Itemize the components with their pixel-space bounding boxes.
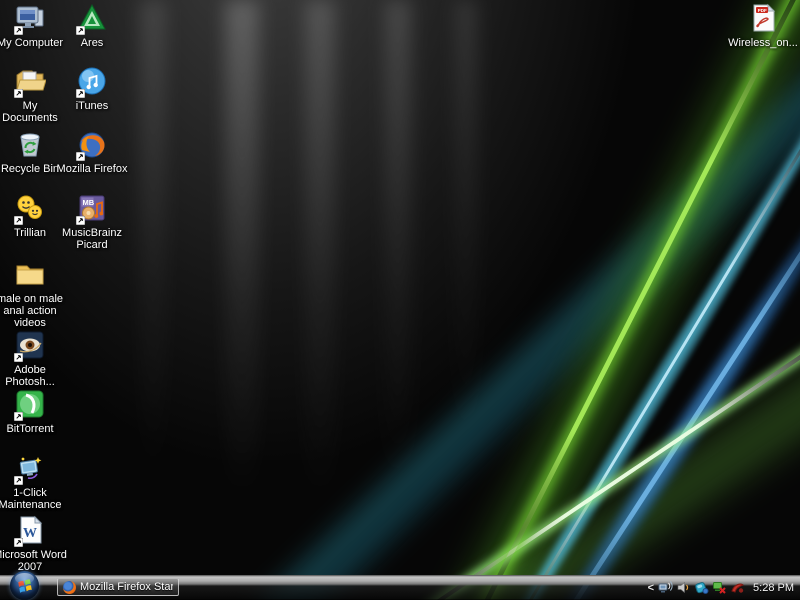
desktop-icon-microsoft-word[interactable]: W Microsoft Word 2007 (0, 514, 68, 573)
start-button[interactable] (10, 571, 39, 600)
shortcut-arrow-icon (14, 353, 23, 362)
taskbar: Mozilla Firefox Start P... < (0, 575, 800, 600)
shortcut-arrow-icon (76, 152, 85, 161)
desktop-icon-mozilla-firefox[interactable]: Mozilla Firefox (54, 128, 130, 175)
desktop-icon-label: male on male anal action videos (0, 293, 68, 329)
desktop-icon-label: Microsoft Word 2007 (0, 549, 68, 573)
desktop-icon-label: Ares (81, 37, 104, 49)
firefox-icon (63, 581, 76, 594)
shortcut-arrow-icon (14, 26, 23, 35)
desktop-icon-label: 1-Click Maintenance (0, 487, 68, 511)
tray-volume-icon[interactable] (676, 580, 691, 595)
desktop-icon-label: Trillian (14, 227, 46, 239)
desktop-icon-my-documents[interactable]: My Documents (0, 65, 60, 124)
trillian-icon (13, 192, 47, 226)
desktop-icon-label: Adobe Photosh... (0, 364, 68, 388)
desktop-icon-label: MusicBrainz Picard (54, 227, 130, 251)
shortcut-arrow-icon (76, 26, 85, 35)
itunes-icon (75, 65, 109, 99)
recycle-bin-icon (13, 128, 47, 162)
shortcut-arrow-icon (14, 216, 23, 225)
wallpaper-cyan-beam (492, 91, 800, 600)
desktop-icon-label: My Documents (0, 100, 60, 124)
picard-letters: MB (83, 198, 95, 207)
wallpaper-blue-beam-core (546, 190, 800, 600)
system-tray: < (648, 575, 797, 600)
shortcut-arrow-icon (76, 216, 85, 225)
wallpaper-vertical-beam (305, 0, 335, 560)
wallpaper-teal-band (247, 41, 800, 600)
wallpaper-vertical-beam (385, 0, 411, 540)
wallpaper-vertical-beam (140, 0, 166, 540)
windows-flag-icon (17, 578, 33, 594)
wallpaper-green-glow-band (432, 0, 800, 600)
tray-security-app-icon[interactable] (730, 580, 745, 595)
desktop-icon-bittorrent[interactable]: BitTorrent (0, 388, 68, 435)
wallpaper-blue-beam (519, 158, 800, 600)
maintenance-icon (13, 452, 47, 486)
tray-network-disabled-icon[interactable] (712, 580, 727, 595)
wallpaper-pale-green-band (373, 294, 800, 600)
picard-icon: MB (75, 192, 109, 226)
task-button-label: Mozilla Firefox Start P... (80, 581, 173, 593)
wallpaper-vertical-beam (225, 0, 259, 560)
taskbar-task-firefox[interactable]: Mozilla Firefox Start P... (57, 578, 179, 596)
wallpaper-pale-beam-core (409, 322, 800, 600)
bittorrent-icon (13, 388, 47, 422)
word-icon: W (13, 514, 47, 548)
shortcut-arrow-icon (14, 538, 23, 547)
tray-messenger-app-icon[interactable] (694, 580, 709, 595)
wallpaper-vertical-beam (455, 0, 477, 500)
wallpaper-cyan-beam-core (512, 114, 800, 600)
desktop[interactable]: My Computer My Documents Recycle Bin (0, 0, 800, 600)
word-letter: W (23, 526, 37, 541)
wallpaper-green-beam-core (483, 0, 800, 600)
my-computer-icon (13, 2, 47, 36)
folder-icon (13, 258, 47, 292)
tray-collapse-chevron[interactable]: < (648, 582, 654, 594)
desktop-icon-adobe-photoshop[interactable]: Adobe Photosh... (0, 329, 68, 388)
pdf-file-icon: PDF (746, 2, 780, 36)
desktop-icon-wireless-pdf[interactable]: PDF Wireless_on... (721, 2, 800, 49)
tray-wireless-network-icon[interactable] (658, 580, 673, 595)
shortcut-arrow-icon (14, 412, 23, 421)
desktop-icon-label: Mozilla Firefox (57, 163, 128, 175)
desktop-icon-one-click-maintenance[interactable]: 1-Click Maintenance (0, 452, 68, 511)
firefox-icon (75, 128, 109, 162)
desktop-icon-label: iTunes (76, 100, 109, 112)
my-documents-icon (13, 65, 47, 99)
taskbar-clock[interactable]: 5:28 PM (753, 582, 794, 594)
desktop-icon-itunes[interactable]: iTunes (54, 65, 130, 112)
photoshop-icon (13, 329, 47, 363)
desktop-icon-ares[interactable]: Ares (54, 2, 130, 49)
desktop-icon-label: Recycle Bin (1, 163, 59, 175)
shortcut-arrow-icon (14, 89, 23, 98)
desktop-icon-label: Wireless_on... (728, 37, 798, 49)
desktop-icon-label: BitTorrent (6, 423, 53, 435)
ares-icon (75, 2, 109, 36)
desktop-icon-videos-folder[interactable]: male on male anal action videos (0, 258, 68, 329)
shortcut-arrow-icon (76, 89, 85, 98)
desktop-icon-musicbrainz-picard[interactable]: MB MusicBrainz Picard (54, 192, 130, 251)
shortcut-arrow-icon (14, 476, 23, 485)
pdf-banner-text: PDF (758, 8, 767, 13)
